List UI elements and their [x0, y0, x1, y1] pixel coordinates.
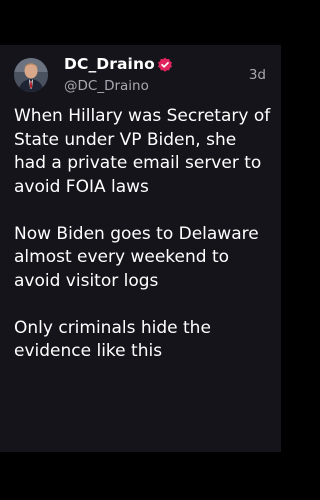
post-body: When Hillary was Secretary of State unde… [14, 105, 271, 364]
verified-badge-icon [158, 57, 172, 72]
user-avatar-icon [14, 58, 48, 92]
post-card[interactable]: DC_Draino @DC_Draino 3d When Hillary was… [0, 45, 281, 452]
post-timestamp[interactable]: 3d [249, 67, 266, 83]
post-paragraph: Now Biden goes to Delaware almost every … [14, 223, 259, 291]
post-paragraph: Only criminals hide the evidence like th… [14, 317, 211, 362]
avatar[interactable] [14, 58, 48, 92]
author-display-name[interactable]: DC_Draino [64, 55, 155, 73]
post-paragraph: When Hillary was Secretary of State unde… [14, 106, 271, 197]
author-handle[interactable]: @DC_Draino [64, 78, 149, 94]
